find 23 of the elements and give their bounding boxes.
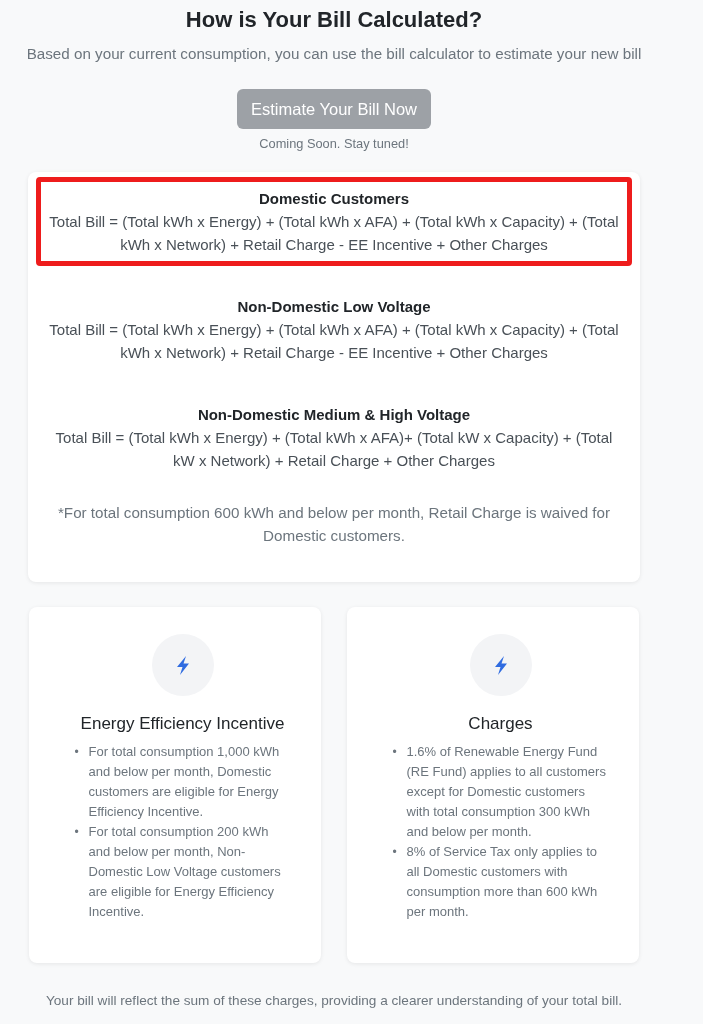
bullet-marker: • <box>74 824 80 841</box>
bullet-point: For total consumption 200 kWh and below per month, Non-Domestic Low Voltage customers are eligible for Energy Efficiency Incentive. <box>88 823 282 921</box>
card-title: Charges <box>468 713 533 735</box>
formula-title: Non-Domestic Medium & High Voltage <box>196 405 472 425</box>
bullet-marker: • <box>74 744 80 761</box>
bullet-marker: • <box>392 744 398 761</box>
formula-title: Domestic Customers <box>257 189 410 209</box>
bullet-point: 8% of Service Tax only applies to all Domestic customers with consumption more than 600 kWh per month. <box>406 843 599 921</box>
footnote-text: *For total consumption 600 kWh and below per month, Retail Charge is waived for Domestic customers. <box>56 503 612 546</box>
page-title: How is Your Bill Calculated? <box>185 6 483 34</box>
formula-title: Non-Domestic Low Voltage <box>236 297 432 317</box>
bullet-point: 1.6% of Renewable Energy Fund (RE Fund) applies to all customers except for Domestic customers with total consumption 300 kWh and below per month. <box>406 743 607 841</box>
formula-text: Total Bill = (Total kWh x Energy) + (Total kWh x AFA) + (Total kWh x Capacity) + (Total kWh x Network) + Retail Charge - EE Incentive + Other Charges <box>48 212 620 255</box>
bullet-marker: • <box>392 844 398 861</box>
bullet-point: For total consumption 1,000 kWh and below per month, Domestic customers are eligible for Energy Efficiency Incentive. <box>88 743 281 821</box>
card-title: Energy Efficiency Incentive <box>80 713 285 735</box>
formula-text: Total Bill = (Total kWh x Energy) + (Total kWh x AFA)+ (Total kW x Capacity) + (Total kW x Network) + Retail Charge + Other Charges <box>54 428 614 471</box>
page-subtitle: Based on your current consumption, you can use the bill calculator to estimate your new bill <box>26 44 642 64</box>
coming-soon-note: Coming Soon. Stay tuned! <box>259 136 409 152</box>
lightning-icon <box>151 634 214 696</box>
formula-text: Total Bill = (Total kWh x Energy) + (Total kWh x AFA) + (Total kWh x Capacity) + (Total kWh x Network) + Retail Charge - EE Incentive + Other Charges <box>48 320 620 363</box>
summary-text: Your bill will reflect the sum of these charges, providing a clearer understanding of your total bill. <box>46 992 622 1010</box>
lightning-icon <box>469 634 532 696</box>
